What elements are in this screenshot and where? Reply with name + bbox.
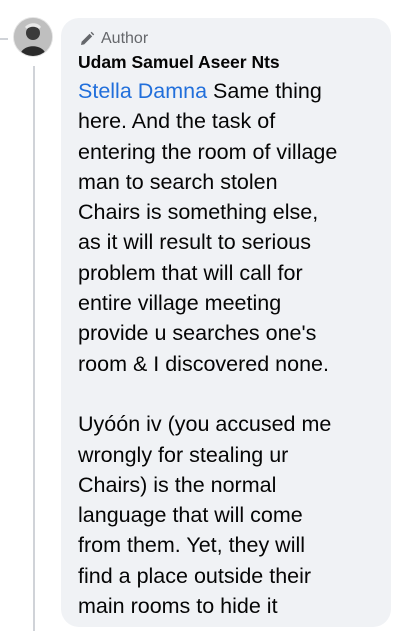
comment-line: language that will come — [78, 503, 303, 528]
comment-first-line: Stella Damna Same thing — [78, 76, 378, 106]
author-badge-label: Author — [101, 30, 149, 47]
comment-text: Stella Damna Same thing here. And the ta… — [78, 76, 378, 621]
comment-bubble: Author Udam Samuel Aseer Nts Stella Damn… — [61, 18, 391, 627]
author-name-link[interactable]: Udam Samuel Aseer Nts — [78, 51, 379, 74]
comment-line: Uyóón iv (you accused me — [78, 412, 332, 437]
comment-line: from them. Yet, they will — [78, 533, 306, 558]
author-badge: Author — [78, 28, 379, 50]
comment-line: find a place outside their — [78, 563, 312, 588]
comment-line: as it will result to serious — [78, 230, 311, 255]
comment-line: problem that will call for — [78, 260, 303, 285]
thread-connector — [0, 38, 8, 40]
comment-text-start: Same thing — [207, 79, 322, 103]
avatar-image — [14, 18, 52, 56]
mention-link[interactable]: Stella Damna — [78, 79, 207, 103]
comment-line: Chairs is something else, — [78, 200, 319, 225]
comment-line: entire village meeting — [78, 291, 282, 316]
pencil-icon — [79, 31, 95, 47]
comment-line: provide u searches one's — [78, 321, 317, 346]
comment-line: main rooms to hide it — [78, 594, 278, 619]
comment-line: here. And the task of — [78, 109, 276, 134]
paragraph-break — [78, 379, 378, 409]
comment-line: man to search stolen — [78, 169, 278, 194]
comment-line: room & I discovered none. — [78, 351, 329, 376]
thread-line — [33, 66, 35, 631]
comment-line: wrongly for stealing ur — [78, 442, 289, 467]
comment-thread: Author Udam Samuel Aseer Nts Stella Damn… — [0, 0, 408, 631]
comment-line: Chairs) is the normal — [78, 472, 277, 497]
comment-line: entering the room of village — [78, 139, 338, 164]
avatar[interactable] — [14, 18, 52, 56]
